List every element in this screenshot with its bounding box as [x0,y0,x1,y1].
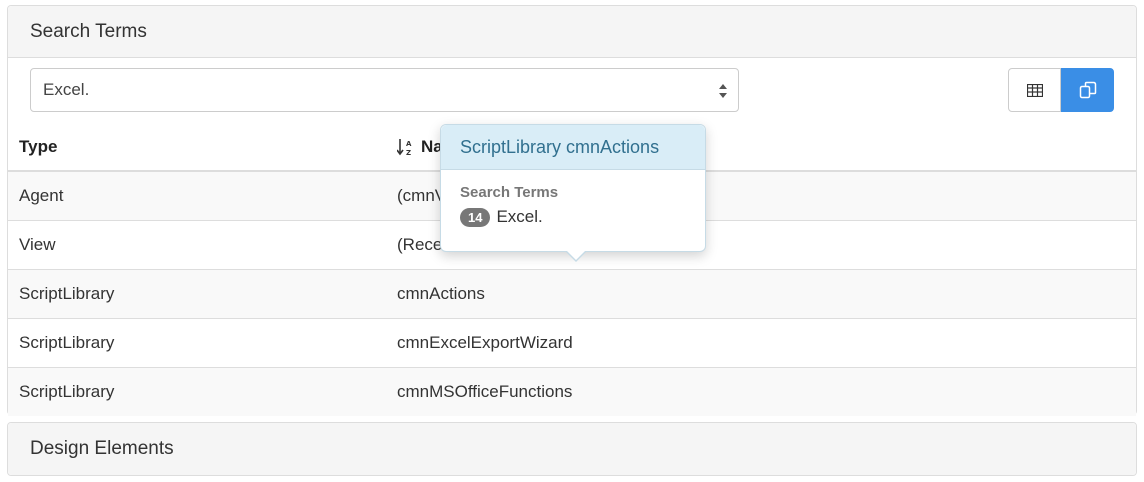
select-arrows-icon [719,84,727,98]
search-term-select[interactable]: Excel. [30,68,739,112]
search-row: Excel. [30,68,1114,112]
table-row[interactable]: ScriptLibrary cmnActions [8,268,1136,318]
popover-arrow [565,250,587,262]
design-elements-panel: Design Elements [7,422,1137,476]
view-toggle-group [1008,68,1114,112]
popover-term: 14 Excel. [460,207,686,227]
svg-text:Z: Z [406,149,411,156]
type-cell: View [8,219,386,269]
count-badge: 14 [460,207,491,227]
type-cell: ScriptLibrary [8,268,386,318]
type-cell: ScriptLibrary [8,366,386,416]
svg-text:A: A [406,140,412,148]
name-cell: cmnExcelExportWizard [386,317,1136,367]
name-cell: cmnActions [386,268,1136,318]
popover-title: ScriptLibrary cmnActions [441,125,705,170]
type-cell: ScriptLibrary [8,317,386,367]
design-elements-heading[interactable]: Design Elements [8,423,1136,475]
sort-alpha-icon: A Z [397,139,412,156]
search-term-select-value: Excel. [43,80,90,99]
table-row[interactable]: ScriptLibrary cmnExcelExportWizard [8,317,1136,367]
copy-icon [1079,81,1096,99]
popover-term-text: Excel. [496,207,543,226]
popover-body: Search Terms 14 Excel. [441,170,705,241]
copy-view-button[interactable] [1061,68,1114,112]
table-icon [1026,83,1043,97]
popover-label: Search Terms [460,184,559,201]
table-view-button[interactable] [1008,68,1061,112]
type-cell: Agent [8,170,386,220]
search-terms-popover: ScriptLibrary cmnActions Search Terms 14… [440,124,706,262]
type-column-header[interactable]: Type [8,123,386,172]
table-row[interactable]: ScriptLibrary cmnMSOfficeFunctions [8,366,1136,416]
name-cell: cmnMSOfficeFunctions [386,366,1136,416]
search-terms-heading[interactable]: Search Terms [8,6,1136,58]
